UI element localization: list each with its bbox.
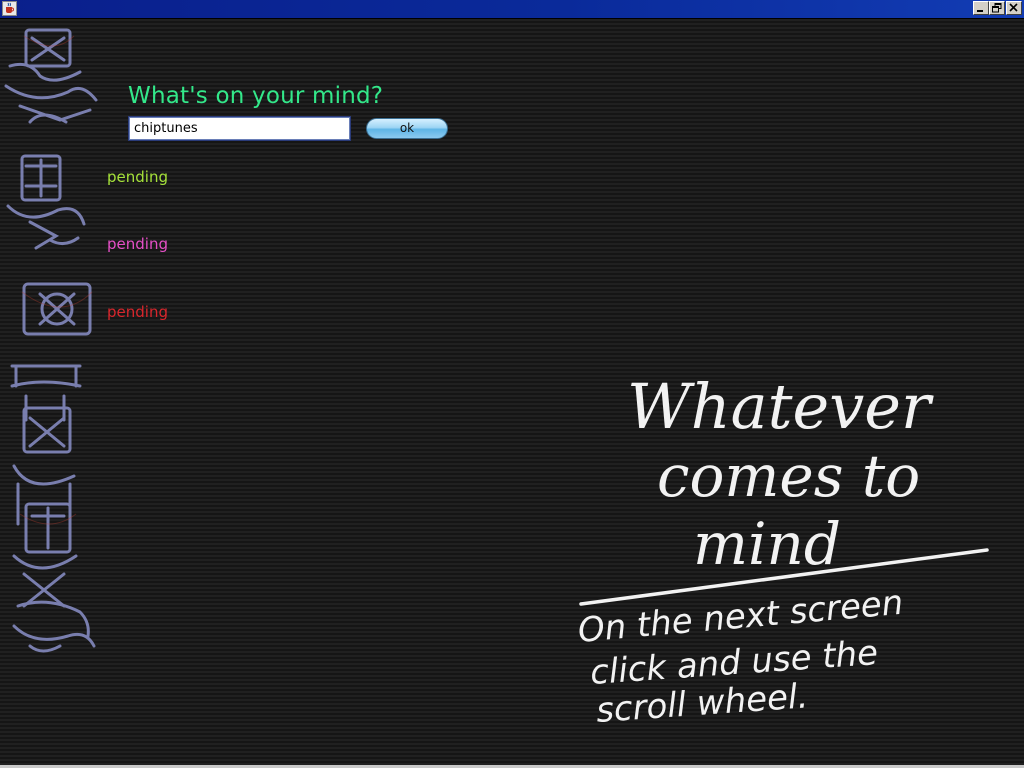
app-window: What's on your mind? ok pending pending … — [0, 0, 1024, 768]
ok-button[interactable]: ok — [366, 118, 448, 139]
close-icon — [1009, 3, 1018, 12]
note-line-1: Whatever — [627, 370, 934, 443]
status-label-1: pending — [107, 168, 168, 186]
note-line-3: mind — [693, 510, 841, 578]
restore-icon — [992, 3, 1002, 13]
mind-input[interactable] — [128, 116, 351, 141]
minimize-icon — [977, 10, 983, 12]
prompt-label: What's on your mind? — [128, 83, 384, 109]
handwritten-note: Whatever comes to mind On the next scree… — [576, 370, 989, 731]
close-button[interactable] — [1006, 1, 1022, 15]
note-line-2: comes to — [657, 442, 920, 510]
restore-button[interactable] — [989, 1, 1005, 15]
tribal-totem-artwork — [4, 28, 98, 653]
java-app-icon[interactable] — [2, 1, 17, 16]
status-label-3: pending — [107, 303, 168, 321]
status-label-2: pending — [107, 235, 168, 253]
minimize-button[interactable] — [973, 1, 989, 15]
title-bar[interactable] — [0, 0, 1024, 19]
